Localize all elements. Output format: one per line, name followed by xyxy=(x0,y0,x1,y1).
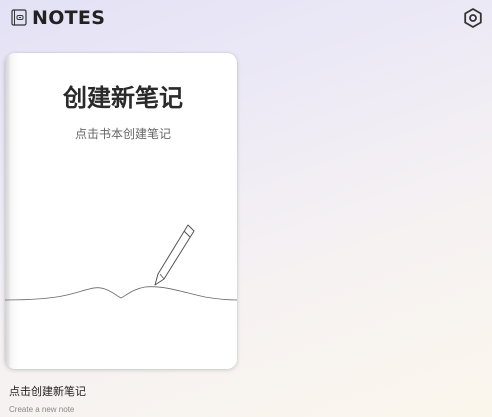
settings-icon xyxy=(464,8,482,28)
app-header: NOTES xyxy=(0,0,492,36)
create-note-sublabel: Create a new note xyxy=(9,405,75,414)
notebook-icon xyxy=(11,9,27,26)
notebook-cover-title: 创建新笔记 xyxy=(63,83,183,112)
pencil-illustration xyxy=(5,224,237,301)
notebook-cover-subtitle: 点击书本创建笔记 xyxy=(74,127,171,141)
create-note-notebook[interactable]: 创建新笔记 点击书本创建笔记 xyxy=(5,53,237,369)
wave-line xyxy=(5,286,237,301)
pencil-icon xyxy=(154,224,195,286)
create-note-label: 点击创建新笔记 xyxy=(9,385,86,398)
settings-button[interactable] xyxy=(462,7,484,29)
app-title: NOTES xyxy=(32,7,106,29)
